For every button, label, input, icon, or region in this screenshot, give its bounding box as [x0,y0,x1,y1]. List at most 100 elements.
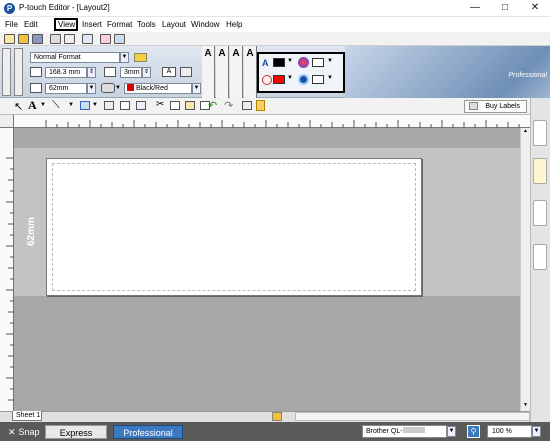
cylinder-icon[interactable] [256,100,265,111]
page-property-tab[interactable] [2,48,11,96]
snap-button[interactable]: Snap [18,425,40,439]
menu-bar: File Edit View Insert Format Tools Layou… [0,17,550,32]
zoom-select[interactable]: 100 % [487,425,532,438]
margin-icon [104,67,116,77]
text-color-dropdown-icon[interactable]: ▼ [287,58,293,64]
length-spin-icon[interactable]: ⇕ [87,67,96,78]
professional-watermark: Professional [508,72,547,79]
tape-width-select[interactable]: 62mm [45,83,87,94]
snap-icon[interactable]: ✕ [8,427,16,438]
printer-select-label: Brother QL- [366,428,403,435]
format-dropdown-icon[interactable]: ▼ [120,52,129,63]
printer-options-icon[interactable] [101,83,115,93]
horizontal-scrollbar[interactable] [295,412,530,421]
standard-toolbar [0,32,550,46]
express-mode-button[interactable]: Express [45,425,107,439]
line-color-swatch[interactable] [312,75,324,84]
close-button[interactable]: ✕ [520,0,550,17]
print-tool-icon[interactable] [136,101,146,110]
window-title: P-touch Editor - [Layout2] [19,3,110,12]
menu-tools[interactable]: Tools [135,18,158,31]
side-panel-layout-icon[interactable] [533,120,547,146]
line-color-dropdown-icon[interactable]: ▼ [327,75,333,81]
format-select[interactable]: Normal Format [30,52,120,63]
color-mode-label: Black/Red [135,85,168,92]
text-style-tab[interactable]: A [216,46,229,98]
line-tool-dropdown-icon[interactable]: ▼ [68,102,74,108]
margin-field[interactable]: 3mm [120,67,142,78]
menu-file[interactable]: File [3,18,20,31]
margin-spin-icon[interactable]: ⇕ [142,67,151,78]
list-icon[interactable] [242,101,252,110]
scroll-up-icon[interactable]: ▲ [521,128,530,137]
menu-view[interactable]: View [54,18,78,31]
horizontal-ruler [14,115,530,128]
sheet-nav-icon[interactable] [272,412,282,421]
scroll-down-icon[interactable]: ▼ [521,402,530,411]
length-option-icon[interactable] [180,67,192,77]
line-tool-icon[interactable]: ⟍ [52,99,60,112]
shape-tool-dropdown-icon[interactable]: ▼ [92,102,98,108]
vertical-scrollbar[interactable]: ▲ ▼ [520,128,530,411]
professional-mode-button[interactable]: Professional [113,425,183,439]
text-color-icon: A [262,58,269,68]
printer-select[interactable]: Brother QL- [362,425,447,438]
copy-icon[interactable] [170,101,180,110]
tape-width-icon [30,83,42,93]
color-mode-select[interactable]: Black/Red [124,83,192,94]
database-icon[interactable] [100,34,111,44]
zoom-dropdown-icon[interactable]: ▼ [532,426,541,437]
menu-format[interactable]: Format [105,18,134,31]
image-tool-icon[interactable] [120,101,130,110]
menu-layout[interactable]: Layout [160,18,188,31]
menu-help[interactable]: Help [224,18,244,31]
fill-color-dropdown-icon[interactable]: ▼ [327,58,333,64]
redo-icon[interactable]: ↷ [224,99,233,112]
menu-insert[interactable]: Insert [80,18,104,31]
tape-width-dropdown-icon[interactable]: ▼ [87,83,96,94]
side-panel-database-icon[interactable] [533,200,547,226]
tape-width-label: 62mm [26,217,37,246]
red-color-dropdown-icon[interactable]: ▼ [287,75,293,81]
new-icon[interactable] [4,34,15,44]
redacted-model [402,427,425,433]
sheet-tab[interactable]: Sheet 1 [12,411,42,421]
draw-toolbar: ↖ A ▼ ⟍ ▼ ▼ ✂ ↶ ↷ [0,98,530,115]
color-mode-dropdown-icon[interactable]: ▼ [192,83,201,94]
printer-dropdown-icon[interactable]: ▼ [447,426,456,437]
buy-labels-button[interactable]: Buy Labels [464,100,527,113]
layout-tab[interactable]: A [230,46,243,98]
side-panel-objects-icon[interactable] [533,158,547,184]
cut-icon[interactable]: ✂ [156,99,164,110]
minimize-button[interactable]: — [460,0,490,17]
select-pointer-icon[interactable]: ↖ [14,100,23,113]
red-color-swatch[interactable] [273,75,285,84]
undo-icon[interactable]: ↶ [208,99,217,112]
shape-tool-icon[interactable] [80,101,90,110]
side-panel-templates-icon[interactable] [533,244,547,270]
paste-icon[interactable] [185,101,195,110]
open-icon[interactable] [18,34,29,44]
print-icon[interactable] [50,34,61,44]
print-preview-icon[interactable] [64,34,75,44]
text-tool-dropdown-icon[interactable]: ▼ [40,102,46,108]
wizard-icon[interactable] [82,34,93,44]
transfer-icon[interactable] [114,34,125,44]
printer-options-dropdown-icon[interactable]: ▼ [115,83,122,93]
text-property-tab[interactable]: A [202,46,215,98]
save-icon[interactable] [32,34,43,44]
length-field[interactable]: 168.3 mm [45,67,87,78]
maximize-button[interactable]: □ [490,0,520,17]
cart-icon [469,102,478,110]
fill-color-swatch[interactable] [312,58,324,67]
layout-property-tab[interactable] [14,48,23,96]
frame-tool-icon[interactable] [104,101,114,110]
object-tab[interactable]: A [244,46,257,98]
menu-edit[interactable]: Edit [22,18,40,31]
vertical-ruler-ticks [6,157,14,401]
menu-window[interactable]: Window [189,18,221,31]
align-icon[interactable]: A [162,67,176,77]
text-tool-icon[interactable]: A [28,98,37,113]
text-color-swatch[interactable] [273,58,285,67]
zoom-search-icon[interactable]: ⚲ [467,425,480,438]
